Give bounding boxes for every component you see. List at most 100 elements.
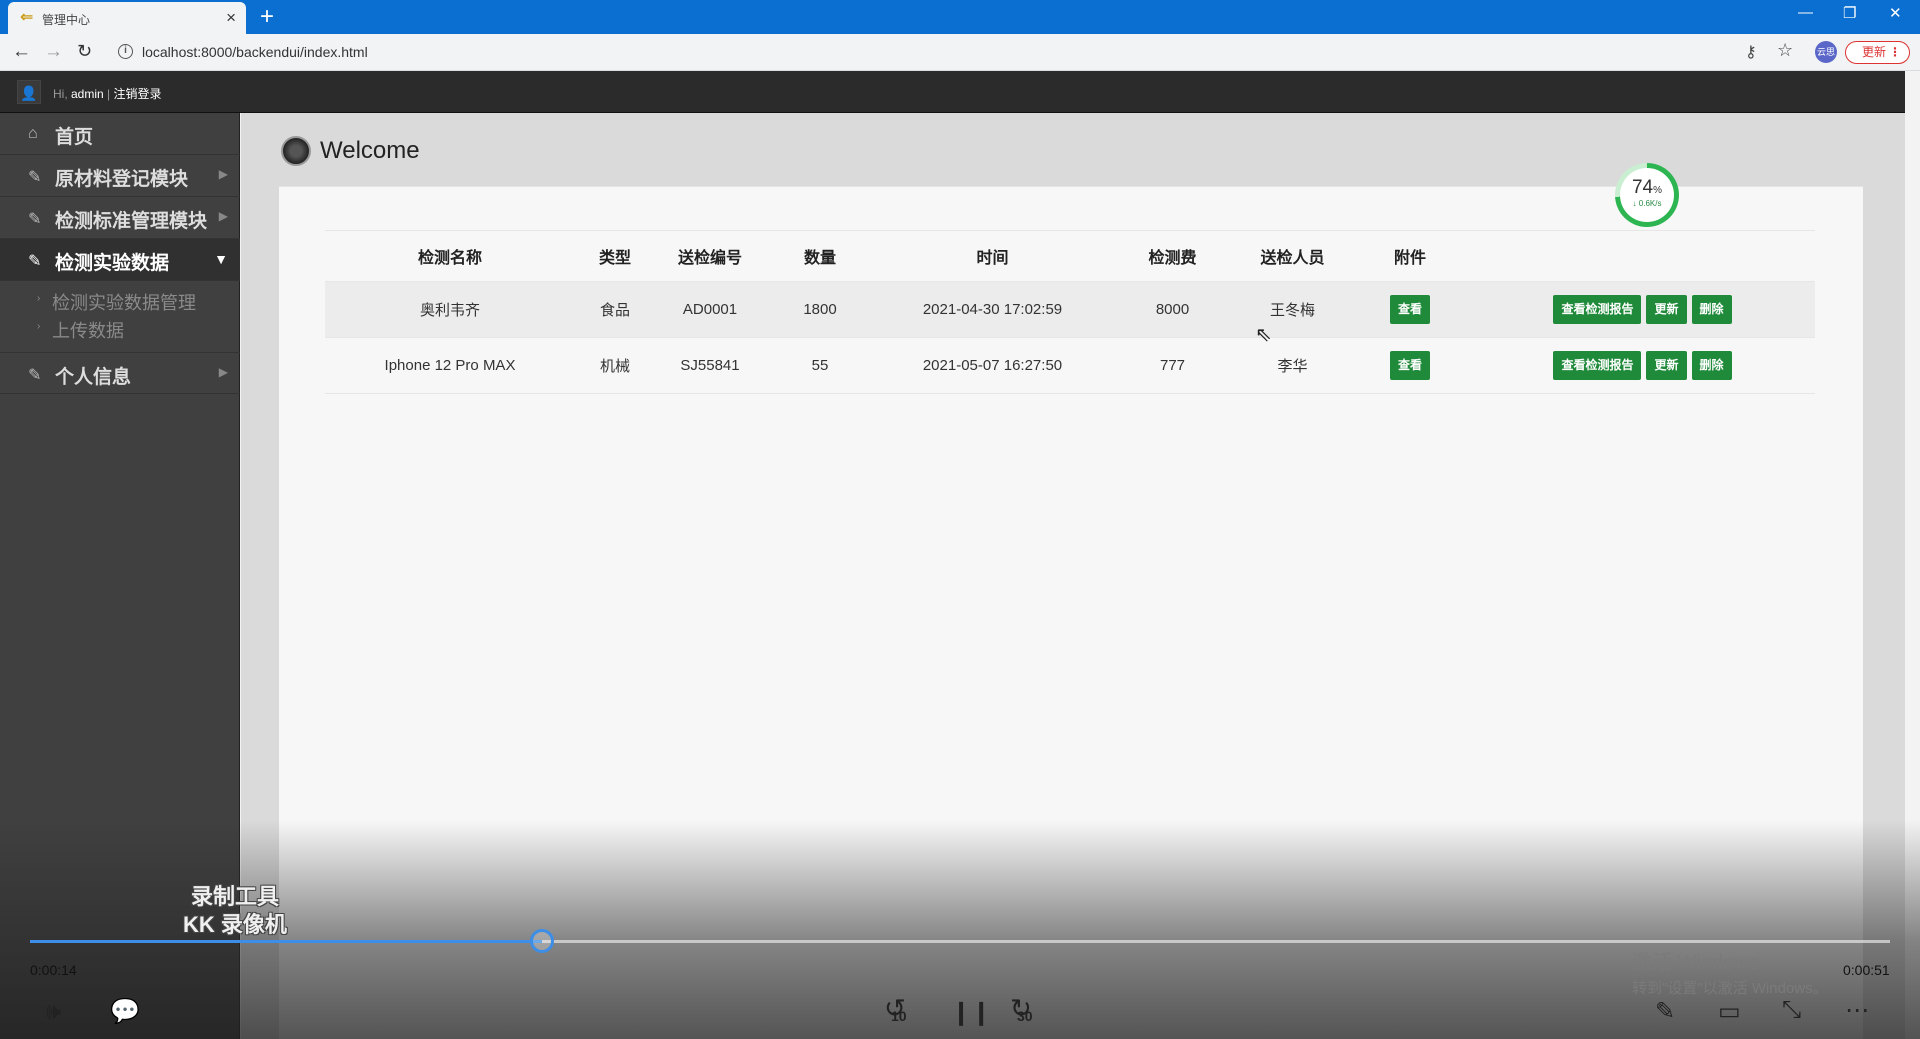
page-title: Welcome — [320, 137, 420, 164]
view-attachment-button[interactable]: 查看 — [1389, 295, 1430, 324]
url-field[interactable]: localhost:8000/backendui/index.html — [142, 44, 368, 60]
cell-code: SJ55841 — [655, 337, 765, 394]
table-row: 奥利韦齐 食品 AD0001 1800 2021-04-30 17:02:59 … — [325, 281, 1815, 338]
view-report-button[interactable]: 查看检测报告 — [1553, 351, 1642, 380]
app-header: 👤 Hi, admin | 注销登录 — [0, 71, 1905, 113]
sidebar-item-profile[interactable]: ✎ 个人信息 ▶ — [0, 352, 240, 394]
bullet-icon: › — [37, 321, 41, 332]
speed-inner: 74% ↓ 0.6K/s — [1620, 168, 1674, 222]
address-bar: ← → ↻ i localhost:8000/backendui/index.h… — [0, 34, 1920, 71]
delete-button[interactable]: 删除 — [1691, 351, 1732, 380]
cell-fee: 8000 — [1110, 281, 1235, 338]
forward-icon[interactable]: → — [44, 41, 63, 63]
restore-button[interactable]: ❐ — [1843, 4, 1856, 22]
recorder-watermark: 录制工具 KK 录像机 — [160, 883, 310, 939]
skip-forward-30-icon[interactable]: ↻ 30 — [1010, 993, 1033, 1024]
browser-tab[interactable]: ⇐ 管理中心 × — [8, 2, 246, 34]
column-header: 类型 — [575, 230, 655, 282]
key-icon[interactable]: ⚷ — [1745, 42, 1757, 62]
sidebar-item-label: 检测标准管理模块 — [55, 211, 208, 232]
column-header: 时间 — [875, 230, 1110, 282]
edit-icon: ✎ — [28, 211, 42, 228]
column-header-actions — [1470, 230, 1815, 282]
sidebar-item-label: 首页 — [55, 127, 94, 148]
bookmark-star-icon[interactable]: ☆ — [1777, 40, 1793, 61]
update-button[interactable]: 更新 — [1646, 351, 1687, 380]
user-greeting: Hi, admin | 注销登录 — [53, 85, 162, 102]
home-icon: ⌂ — [28, 125, 38, 142]
column-header: 检测名称 — [325, 230, 575, 282]
sidebar-subitem-label: 检测实验数据管理 — [52, 293, 196, 313]
dashboard-icon — [281, 136, 311, 166]
speed-percent-value: 74 — [1631, 177, 1654, 198]
cell-type: 食品 — [575, 281, 655, 338]
cell-name: 奥利韦齐 — [325, 281, 575, 338]
cell-person: 李华 — [1235, 337, 1350, 394]
column-header: 检测费 — [1110, 230, 1235, 282]
view-report-button[interactable]: 查看检测报告 — [1553, 295, 1642, 324]
column-header: 送检人员 — [1235, 230, 1350, 282]
sidebar-item-raw-material[interactable]: ✎ 原材料登记模块 ▶ — [0, 155, 240, 197]
sidebar-item-label: 检测实验数据 — [55, 253, 170, 274]
activate-windows-title: 激活 Windows — [1632, 952, 1759, 974]
speed-percent: 74% — [1620, 177, 1674, 199]
subtitles-icon[interactable]: 💬 — [110, 997, 140, 1026]
network-speed-widget[interactable]: 74% ↓ 0.6K/s — [1615, 163, 1679, 227]
sidebar-subitem-upload[interactable]: › 上传数据 — [0, 316, 240, 342]
mini-player-icon[interactable]: ▭ — [1718, 997, 1741, 1026]
skip-back-label: 10 — [891, 1008, 907, 1024]
cell-name: Iphone 12 Pro MAX — [325, 337, 575, 394]
user-icon: 👤 — [17, 80, 41, 104]
chevron-right-icon: ▶ — [218, 365, 228, 379]
reload-icon[interactable]: ↻ — [77, 41, 92, 62]
cell-actions: 查看检测报告 更新 删除 — [1470, 281, 1815, 338]
more-menu-icon: ⋮ — [1889, 45, 1901, 59]
window-close-button[interactable]: ✕ — [1889, 4, 1902, 22]
watermark-line1: 录制工具 — [190, 884, 279, 909]
greeting-prefix: Hi, — [53, 87, 71, 101]
progress-bar[interactable] — [30, 929, 1890, 953]
logout-link[interactable]: 注销登录 — [113, 87, 161, 101]
site-info-icon[interactable]: i — [118, 44, 133, 59]
chevron-down-icon: ▼ — [214, 251, 228, 267]
sidebar-subitem-label: 上传数据 — [52, 321, 124, 341]
sidebar-item-test-data[interactable]: ✎ 检测实验数据 ▼ — [0, 239, 240, 281]
column-header: 附件 — [1350, 230, 1470, 282]
activate-windows-watermark: 激活 Windows 转到"设置"以激活 Windows。 — [1632, 946, 1828, 998]
sidebar-subitem-data-manage[interactable]: › 检测实验数据管理 — [0, 288, 240, 314]
sidebar-item-home[interactable]: ⌂ 首页 — [0, 113, 240, 155]
username: admin — [71, 87, 104, 101]
exit-fullscreen-icon[interactable]: ⤡ — [1782, 996, 1801, 1024]
sidebar-item-standards[interactable]: ✎ 检测标准管理模块 ▶ — [0, 197, 240, 239]
update-button[interactable]: 更新 — [1646, 295, 1687, 324]
tab-close-icon[interactable]: × — [226, 8, 236, 28]
skip-back-10-icon[interactable]: ↺ 10 — [884, 993, 907, 1024]
more-options-icon[interactable]: ⋯ — [1845, 996, 1869, 1025]
browser-update-button[interactable]: 更新 ⋮ — [1845, 41, 1910, 64]
pause-icon[interactable]: ❙❙ — [951, 998, 991, 1027]
cell-attachment: 查看 — [1350, 337, 1470, 394]
new-tab-button[interactable]: + — [260, 3, 274, 31]
edit-icon: ✎ — [28, 367, 42, 384]
back-arrow-favicon-icon: ⇐ — [20, 9, 34, 26]
speed-percent-unit: % — [1653, 185, 1663, 196]
cell-time: 2021-05-07 16:27:50 — [875, 337, 1110, 394]
profile-avatar[interactable]: 云思 — [1815, 41, 1837, 63]
progress-thumb[interactable] — [529, 929, 554, 953]
view-attachment-button[interactable]: 查看 — [1389, 351, 1430, 380]
tab-title: 管理中心 — [42, 13, 91, 27]
delete-button[interactable]: 删除 — [1691, 295, 1732, 324]
back-icon[interactable]: ← — [12, 41, 31, 63]
cell-type: 机械 — [575, 337, 655, 394]
update-label: 更新 — [1862, 45, 1887, 59]
volume-icon[interactable]: 🕪 — [46, 998, 61, 1026]
cell-qty: 1800 — [765, 281, 875, 338]
progress-fill — [30, 940, 542, 943]
cell-time: 2021-04-30 17:02:59 — [875, 281, 1110, 338]
chevron-right-icon: ▶ — [218, 167, 228, 181]
data-table: 检测名称 类型 送检编号 数量 时间 检测费 送检人员 附件 奥利韦齐 食品 A… — [325, 230, 1815, 394]
minimize-button[interactable]: — — [1798, 4, 1813, 21]
pen-icon[interactable]: ✎ — [1655, 997, 1675, 1026]
mouse-cursor-icon: ⇖ — [1255, 324, 1272, 346]
current-time: 0:00:14 — [30, 962, 77, 978]
